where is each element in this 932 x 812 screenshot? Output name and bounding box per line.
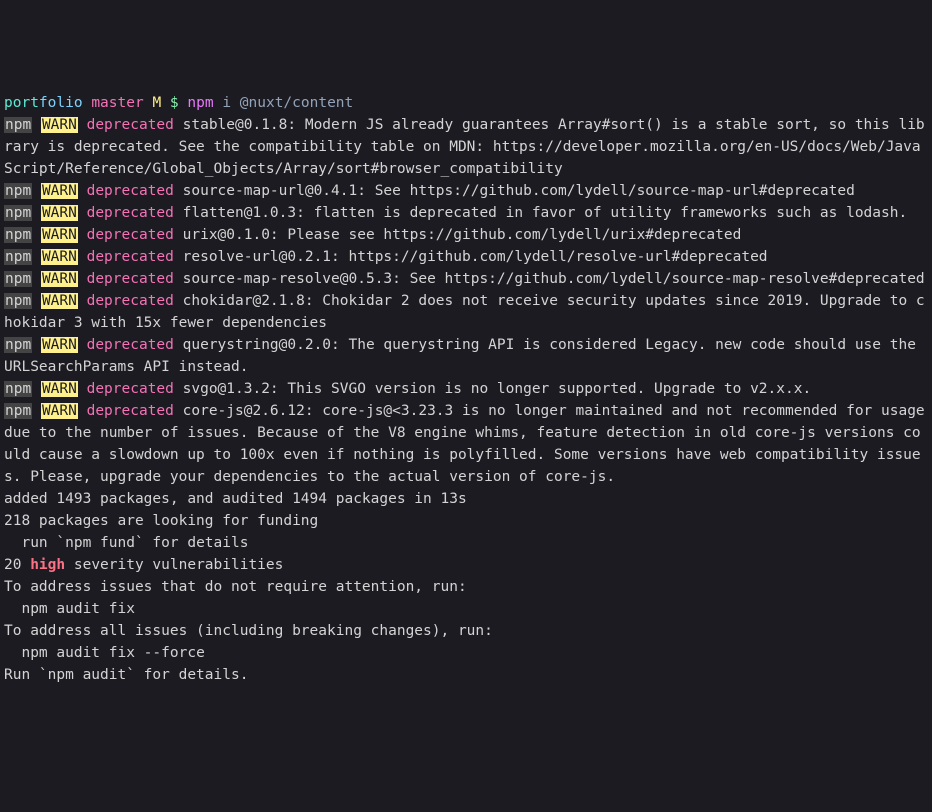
deprecated-tag: deprecated	[87, 205, 174, 221]
warn-tag: WARN	[41, 205, 78, 221]
warn-line: npm WARN deprecated source-map-url@0.4.1…	[4, 180, 928, 202]
deprecated-tag: deprecated	[87, 271, 174, 287]
warn-line: npm WARN deprecated stable@0.1.8: Modern…	[4, 114, 928, 180]
warn-message: urix@0.1.0: Please see https://github.co…	[174, 227, 741, 243]
npm-tag: npm	[4, 381, 32, 397]
npm-tag: npm	[4, 227, 32, 243]
warn-tag: WARN	[41, 249, 78, 265]
deprecated-tag: deprecated	[87, 183, 174, 199]
audit-hint: To address issues that do not require at…	[4, 576, 928, 598]
warn-message: svgo@1.3.2: This SVGO version is no long…	[174, 381, 811, 397]
npm-tag: npm	[4, 183, 32, 199]
prompt-status: M	[152, 95, 161, 111]
audit-hint: To address all issues (including breakin…	[4, 620, 928, 642]
prompt-dollar: $	[170, 95, 179, 111]
npm-tag: npm	[4, 205, 32, 221]
deprecated-tag: deprecated	[87, 403, 174, 419]
deprecated-tag: deprecated	[87, 381, 174, 397]
warn-line: npm WARN deprecated svgo@1.3.2: This SVG…	[4, 378, 928, 400]
npm-tag: npm	[4, 117, 32, 133]
deprecated-tag: deprecated	[87, 249, 174, 265]
warn-line: npm WARN deprecated core-js@2.6.12: core…	[4, 400, 928, 488]
warn-tag: WARN	[41, 227, 78, 243]
vuln-count: 20	[4, 557, 30, 573]
terminal-output[interactable]: portfolio master M $ npm i @nuxt/content…	[4, 92, 928, 686]
prompt-line: portfolio master M $ npm i @nuxt/content	[4, 92, 928, 114]
deprecated-tag: deprecated	[87, 227, 174, 243]
prompt-branch: master	[91, 95, 143, 111]
warn-tag: WARN	[41, 403, 78, 419]
warn-tag: WARN	[41, 381, 78, 397]
warn-message: flatten@1.0.3: flatten is deprecated in …	[174, 205, 907, 221]
warn-line: npm WARN deprecated querystring@0.2.0: T…	[4, 334, 928, 378]
warn-line: npm WARN deprecated urix@0.1.0: Please s…	[4, 224, 928, 246]
warn-line: npm WARN deprecated source-map-resolve@0…	[4, 268, 928, 290]
severity-high: high	[30, 557, 65, 573]
warn-line: npm WARN deprecated flatten@1.0.3: flatt…	[4, 202, 928, 224]
warn-line: npm WARN deprecated resolve-url@0.2.1: h…	[4, 246, 928, 268]
warn-message: resolve-url@0.2.1: https://github.com/ly…	[174, 249, 768, 265]
warn-tag: WARN	[41, 117, 78, 133]
warn-message: source-map-resolve@0.5.3: See https://gi…	[174, 271, 925, 287]
audit-fix-force-cmd: npm audit fix --force	[4, 642, 928, 664]
prompt-args: i @nuxt/content	[222, 95, 353, 111]
audit-details: Run `npm audit` for details.	[4, 664, 928, 686]
npm-tag: npm	[4, 271, 32, 287]
npm-tag: npm	[4, 337, 32, 353]
npm-tag: npm	[4, 249, 32, 265]
deprecated-tag: deprecated	[87, 337, 174, 353]
warn-message: source-map-url@0.4.1: See https://github…	[174, 183, 855, 199]
summary-vulnerabilities: 20 high severity vulnerabilities	[4, 554, 928, 576]
deprecated-tag: deprecated	[87, 293, 174, 309]
prompt-command: npm	[187, 95, 213, 111]
summary-funding-hint: run `npm fund` for details	[4, 532, 928, 554]
vuln-rest: severity vulnerabilities	[65, 557, 283, 573]
prompt-dir-part1: port	[4, 95, 39, 111]
warn-tag: WARN	[41, 337, 78, 353]
warn-tag: WARN	[41, 271, 78, 287]
warn-tag: WARN	[41, 293, 78, 309]
summary-funding: 218 packages are looking for funding	[4, 510, 928, 532]
deprecated-tag: deprecated	[87, 117, 174, 133]
warn-line: npm WARN deprecated chokidar@2.1.8: Chok…	[4, 290, 928, 334]
prompt-dir-part2: folio	[39, 95, 83, 111]
audit-fix-cmd: npm audit fix	[4, 598, 928, 620]
warn-tag: WARN	[41, 183, 78, 199]
npm-tag: npm	[4, 403, 32, 419]
summary-added: added 1493 packages, and audited 1494 pa…	[4, 488, 928, 510]
npm-tag: npm	[4, 293, 32, 309]
